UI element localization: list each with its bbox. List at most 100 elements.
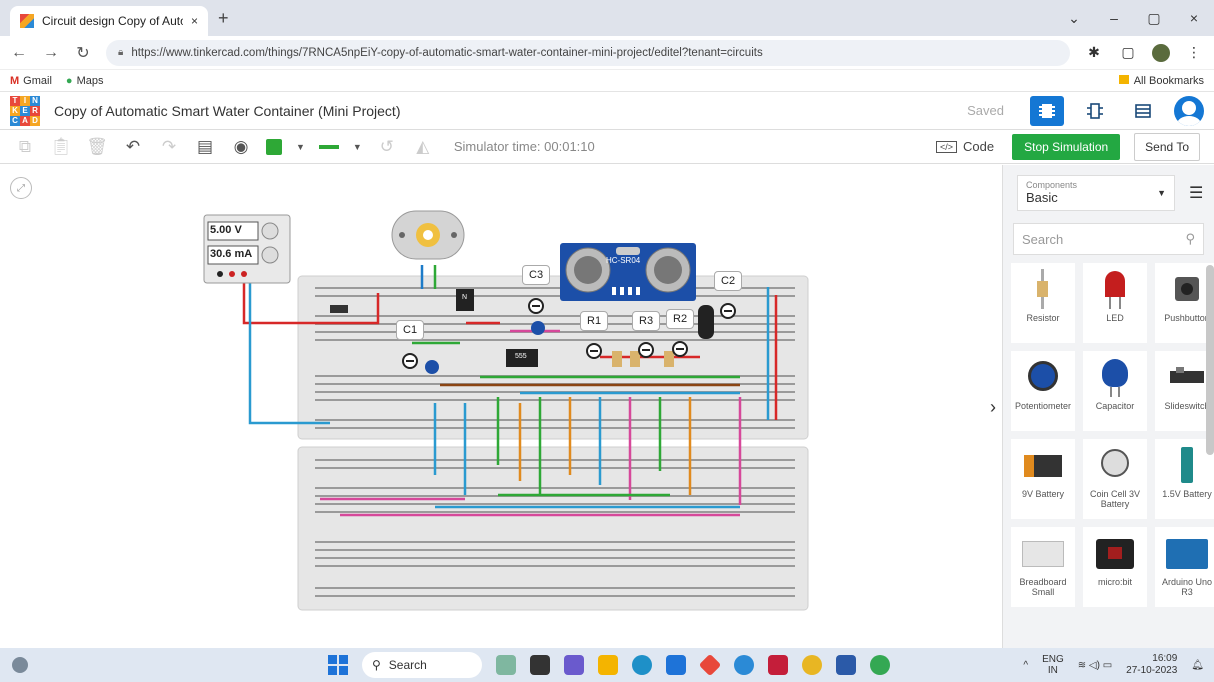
wire-type-picker[interactable] bbox=[318, 144, 339, 149]
list-table-icon bbox=[1135, 103, 1151, 118]
slideswitch[interactable] bbox=[330, 305, 348, 313]
sensor-label: HC-SR04 bbox=[606, 256, 641, 265]
circuit-workspace[interactable]: ⤢ 5.00 V 30.6 mA HC-SR04 555 N C1 C3 C2 … bbox=[0, 165, 1002, 648]
chat-icon[interactable] bbox=[564, 655, 584, 675]
send-to-button[interactable]: Send To bbox=[1134, 132, 1200, 161]
notifications-bell-icon[interactable]: 🔔︎ bbox=[1191, 660, 1204, 671]
label-c1[interactable]: C1 bbox=[396, 320, 425, 340]
component-led[interactable]: LED bbox=[1083, 263, 1147, 343]
reload-icon[interactable]: ↻ bbox=[74, 43, 92, 63]
label-r3[interactable]: R3 bbox=[632, 311, 661, 331]
app-icon[interactable] bbox=[496, 655, 516, 675]
task-view-icon[interactable] bbox=[530, 655, 550, 675]
code-button[interactable]: </> Code bbox=[936, 139, 994, 154]
schematic-view-button[interactable] bbox=[1078, 96, 1112, 126]
undo-icon[interactable]: ↶ bbox=[122, 137, 144, 157]
wifi-volume-battery-icon[interactable]: ≋ ◁) ▭ bbox=[1078, 660, 1112, 671]
app-diamond-icon[interactable] bbox=[698, 653, 722, 677]
component-capacitor[interactable]: Capacitor bbox=[1083, 351, 1147, 431]
flip-icon[interactable]: ◭ bbox=[412, 137, 434, 157]
file-explorer-icon[interactable] bbox=[598, 655, 618, 675]
component-microbit[interactable]: micro:bit bbox=[1083, 527, 1147, 607]
bookmark-maps[interactable]: ● Maps bbox=[66, 75, 104, 87]
bookmark-gmail[interactable]: M Gmail bbox=[10, 75, 52, 87]
store-icon[interactable] bbox=[666, 655, 686, 675]
rotate-icon[interactable]: ↺ bbox=[376, 137, 398, 157]
notes-icon[interactable]: ▤ bbox=[194, 137, 216, 157]
hidden-icons-chevron-icon[interactable]: ^ bbox=[1023, 660, 1028, 671]
search-icon: ⚲ bbox=[372, 658, 381, 672]
forward-arrow-icon[interactable]: → bbox=[42, 44, 60, 62]
gmail-icon: M bbox=[10, 74, 20, 87]
panel-scrollbar[interactable] bbox=[1206, 265, 1214, 455]
app-green-icon[interactable] bbox=[870, 655, 890, 675]
component-9v-battery[interactable]: 9V Battery bbox=[1011, 439, 1075, 519]
component-search-input[interactable]: Search ⚲ bbox=[1013, 223, 1204, 255]
collapse-panel-chevron-icon[interactable]: › bbox=[990, 397, 996, 418]
all-bookmarks-button[interactable]: All Bookmarks bbox=[1118, 74, 1204, 87]
paste-icon[interactable]: 📋︎ bbox=[50, 137, 72, 157]
capacitor-c2[interactable] bbox=[698, 305, 714, 339]
label-c2[interactable]: C2 bbox=[714, 271, 743, 291]
chevron-down-icon[interactable]: ▼ bbox=[353, 142, 362, 152]
label-c3[interactable]: C3 bbox=[522, 265, 551, 285]
minimize-button[interactable]: – bbox=[1094, 0, 1134, 36]
component-category-select[interactable]: Components Basic ▼ bbox=[1017, 175, 1175, 211]
maximize-button[interactable]: ▢ bbox=[1134, 0, 1174, 36]
design-title[interactable]: Copy of Automatic Smart Water Container … bbox=[54, 103, 953, 119]
component-coin-cell[interactable]: Coin Cell 3V Battery bbox=[1083, 439, 1147, 519]
dc-motor[interactable] bbox=[391, 210, 465, 260]
app-circle-icon[interactable] bbox=[734, 655, 754, 675]
component-list-button[interactable] bbox=[1126, 96, 1160, 126]
language-indicator[interactable]: ENG IN bbox=[1042, 654, 1064, 676]
breadboard-top[interactable] bbox=[297, 275, 809, 440]
annotation-icon[interactable]: ◉ bbox=[230, 137, 252, 157]
simulator-time: Simulator time: 00:01:10 bbox=[453, 139, 595, 154]
component-resistor[interactable]: Resistor bbox=[1011, 263, 1075, 343]
profile-avatar-icon[interactable] bbox=[1152, 43, 1170, 62]
redo-icon[interactable]: ↷ bbox=[158, 137, 180, 157]
list-view-icon[interactable]: ☰ bbox=[1189, 183, 1203, 203]
capacitor-c1[interactable] bbox=[425, 360, 439, 374]
color-picker-swatch[interactable] bbox=[266, 138, 282, 155]
mcafee-icon[interactable] bbox=[768, 655, 788, 675]
chevron-down-icon[interactable]: ▼ bbox=[296, 142, 305, 152]
close-window-button[interactable]: × bbox=[1174, 0, 1214, 36]
ultrasonic-sensor[interactable] bbox=[560, 243, 696, 301]
arduino-icon bbox=[1162, 533, 1212, 573]
clock[interactable]: 16:09 27-10-2023 bbox=[1126, 653, 1177, 677]
side-panel-icon[interactable]: ▢ bbox=[1118, 44, 1138, 61]
tinkercad-logo[interactable]: T I N K E R C A D bbox=[10, 95, 40, 126]
lock-icon: 🔒︎ bbox=[118, 47, 124, 58]
label-r1[interactable]: R1 bbox=[580, 311, 609, 331]
user-avatar[interactable] bbox=[1174, 95, 1204, 126]
chrome-icon[interactable] bbox=[802, 655, 822, 675]
copy-icon[interactable]: ⧉ bbox=[14, 137, 36, 157]
component-potentiometer[interactable]: Potentiometer bbox=[1011, 351, 1075, 431]
widgets-icon[interactable] bbox=[12, 657, 28, 673]
label-r2[interactable]: R2 bbox=[666, 309, 695, 329]
component-breadboard[interactable]: Breadboard Small bbox=[1011, 527, 1075, 607]
capacitor-icon bbox=[1090, 357, 1140, 397]
taskbar-search[interactable]: ⚲ Search bbox=[362, 652, 482, 678]
extensions-puzzle-icon[interactable]: ✱ bbox=[1084, 44, 1104, 61]
word-icon[interactable] bbox=[836, 655, 856, 675]
browser-menu-icon[interactable]: ⋮ bbox=[1184, 44, 1204, 61]
browser-tab[interactable]: Circuit design Copy of Automat × bbox=[10, 6, 208, 36]
url-field[interactable]: 🔒︎ https://www.tinkercad.com/things/7RNC… bbox=[106, 39, 1070, 66]
breadboard-bottom[interactable] bbox=[297, 446, 809, 611]
tinkercad-header: T I N K E R C A D Copy of Automatic Smar… bbox=[0, 92, 1214, 130]
back-arrow-icon[interactable]: ← bbox=[10, 44, 28, 62]
tab-close-icon[interactable]: × bbox=[191, 14, 198, 28]
capacitor-c3[interactable] bbox=[531, 321, 545, 335]
edge-icon[interactable] bbox=[632, 655, 652, 675]
component-arduino-uno[interactable]: Arduino Uno R3 bbox=[1155, 527, 1214, 607]
new-tab-button[interactable]: + bbox=[218, 8, 229, 29]
delete-trash-icon[interactable]: 🗑︎ bbox=[86, 137, 108, 157]
stop-simulation-button[interactable]: Stop Simulation bbox=[1012, 133, 1121, 160]
circuit-view-button[interactable] bbox=[1030, 95, 1064, 126]
tab-search-chevron-icon[interactable]: ⌄ bbox=[1054, 0, 1094, 36]
url-text: https://www.tinkercad.com/things/7RNCA5n… bbox=[131, 46, 763, 59]
start-button[interactable] bbox=[328, 655, 348, 675]
editor-toolbar: ⧉ 📋︎ 🗑︎ ↶ ↷ ▤ ◉ ▼ ▼ ↺ ◭ Simulator time: … bbox=[0, 130, 1214, 164]
